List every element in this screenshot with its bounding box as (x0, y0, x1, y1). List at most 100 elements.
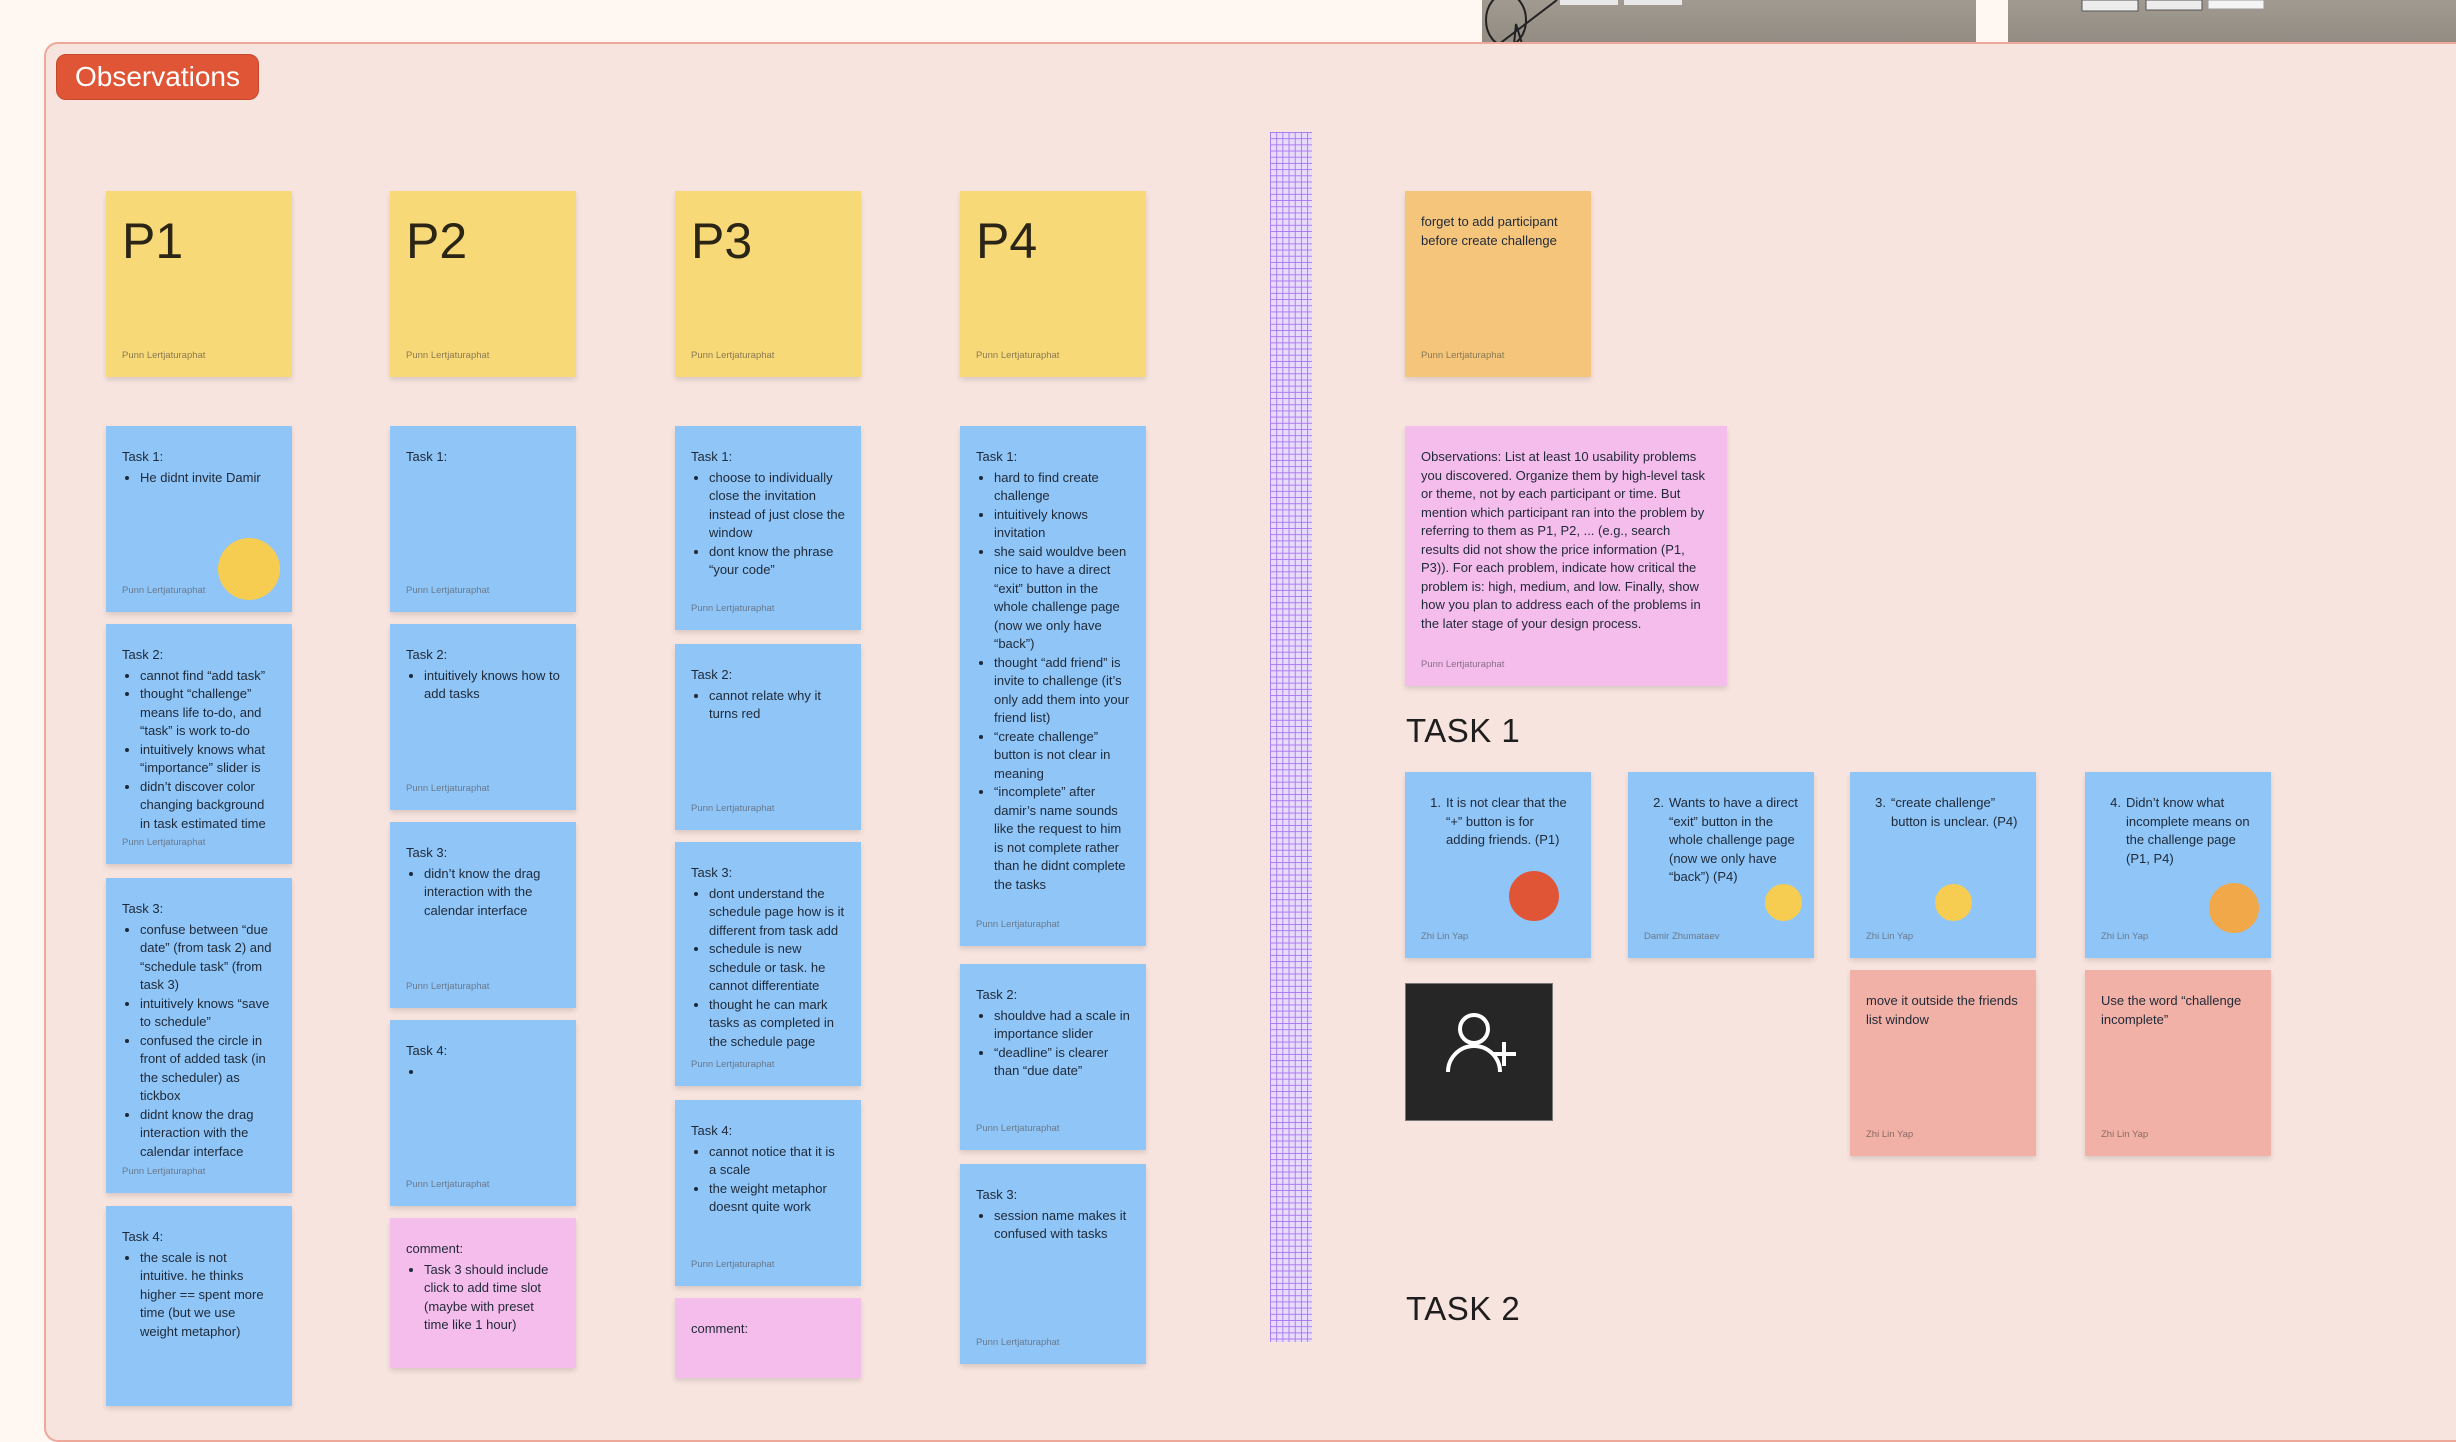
note-author: Punn Lertjaturaphat (122, 584, 206, 596)
note-author: Zhi Lin Yap (1421, 930, 1469, 942)
note-title: Task 1: (691, 449, 733, 464)
note-author: Punn Lertjaturaphat (406, 782, 490, 794)
severity-dot-high[interactable] (1509, 871, 1559, 921)
note-author: Punn Lertjaturaphat (976, 1336, 1060, 1348)
task-observation-note[interactable]: Task 4: Punn Lertjaturaphat (390, 1020, 576, 1206)
note-author: Punn Lertjaturaphat (976, 918, 1060, 930)
problem-item: 1. It is not clear that the “+” button is… (1421, 794, 1575, 850)
instructions-note[interactable]: Observations: List at least 10 usability… (1405, 426, 1727, 686)
section-title[interactable]: Observations (56, 54, 259, 100)
participant-note-p4[interactable]: P4 Punn Lertjaturaphat (960, 191, 1146, 377)
comment-note[interactable]: comment: (675, 1298, 861, 1378)
note-author: Punn Lertjaturaphat (1421, 349, 1505, 361)
task-observation-note[interactable]: Task 1: Punn Lertjaturaphat (390, 426, 576, 612)
severity-dot-low[interactable] (1765, 884, 1802, 921)
note-bullet-list: confuse between “due date” (from task 2)… (122, 921, 276, 1162)
note-title: Task 2: (406, 647, 448, 662)
participant-note-p2[interactable]: P2 Punn Lertjaturaphat (390, 191, 576, 377)
note-bullet: dont understand the schedule page how is… (709, 885, 845, 941)
note-author: Punn Lertjaturaphat (691, 802, 775, 814)
severity-dot-low[interactable] (1935, 884, 1972, 921)
note-bullet: cannot find “add task” (140, 667, 276, 686)
severity-dot-low[interactable] (218, 538, 280, 600)
note-title: comment: (406, 1241, 464, 1256)
note-bullet: shouldve had a scale in importance slide… (994, 1007, 1130, 1044)
note-title: Task 3: (406, 845, 448, 860)
add-user-icon-screenshot[interactable] (1405, 983, 1553, 1121)
task-observation-note[interactable]: Task 2: intuitively knows how to add task… (390, 624, 576, 810)
task-observation-note[interactable]: Task 3: session name makes it confused wi… (960, 1164, 1146, 1364)
grid-divider-strip (1270, 132, 1312, 1342)
note-bullet: thought “challenge” means life to-do, an… (140, 685, 276, 741)
note-bullet: cannot notice that it is a scale (709, 1143, 845, 1180)
note-bullet-list: shouldve had a scale in importance slide… (976, 1007, 1130, 1081)
problem-number: 2. (1653, 795, 1664, 810)
note-bullet: she said wouldve been nice to have a dir… (994, 543, 1130, 654)
participant-label: P1 (122, 213, 184, 269)
note-author: Punn Lertjaturaphat (406, 584, 490, 596)
note-author: Punn Lertjaturaphat (691, 349, 775, 361)
forget-participant-note[interactable]: forget to add participant before create … (1405, 191, 1591, 377)
note-bullet-list: the scale is not intuitive. he thinks hi… (122, 1249, 276, 1342)
comment-note[interactable]: comment: Task 3 should include click to a… (390, 1218, 576, 1368)
task-observation-note[interactable]: Task 2: shouldve had a scale in importanc… (960, 964, 1146, 1150)
note-bullet-list: cannot relate why it turns red (691, 687, 845, 724)
task-observation-note[interactable]: Task 2: cannot relate why it turns red Pun… (675, 644, 861, 830)
note-author: Punn Lertjaturaphat (976, 1122, 1060, 1134)
participant-label: P3 (691, 213, 753, 269)
note-bullet: He didnt invite Damir (140, 469, 276, 488)
problem-note[interactable]: 1. It is not clear that the “+” button is… (1405, 772, 1591, 958)
task-observation-note[interactable]: Task 3: confuse between “due date” (from … (106, 878, 292, 1193)
note-bullet-list: He didnt invite Damir (122, 469, 276, 488)
note-title: Task 2: (691, 667, 733, 682)
note-author: Punn Lertjaturaphat (122, 1165, 206, 1177)
note-bullet: “incomplete” after damir’s name sounds l… (994, 783, 1130, 894)
problem-note[interactable]: 2. Wants to have a direct “exit” button i… (1628, 772, 1814, 958)
note-author: Punn Lertjaturaphat (406, 349, 490, 361)
solution-text: move it outside the friends list window (1866, 993, 2018, 1027)
problem-text: “create challenge” button is unclear. (P… (1891, 795, 2018, 829)
note-bullet: hard to find create challenge (994, 469, 1130, 506)
note-bullet (424, 1063, 560, 1082)
task-observation-note[interactable]: Task 2: cannot find “add task”thought “ch… (106, 624, 292, 864)
task-observation-note[interactable]: Task 3: didn’t know the drag interaction … (390, 822, 576, 1008)
note-text: forget to add participant before create … (1421, 214, 1558, 248)
participant-note-p1[interactable]: P1 Punn Lertjaturaphat (106, 191, 292, 377)
solution-note[interactable]: move it outside the friends list window Z… (1850, 970, 2036, 1156)
note-bullet: didn’t know the drag interaction with th… (424, 865, 560, 921)
problem-note[interactable]: 4. Didn’t know what incomplete means on t… (2085, 772, 2271, 958)
task-observation-note[interactable]: Task 4: the scale is not intuitive. he th… (106, 1206, 292, 1406)
note-bullet: confuse between “due date” (from task 2)… (140, 921, 276, 995)
note-author: Punn Lertjaturaphat (1421, 658, 1505, 670)
note-bullet: “create challenge” button is not clear i… (994, 728, 1130, 784)
problem-number: 3. (1875, 795, 1886, 810)
problem-item: 2. Wants to have a direct “exit” button i… (1644, 794, 1798, 887)
problem-text: It is not clear that the “+” button is f… (1446, 795, 1567, 847)
note-author: Punn Lertjaturaphat (691, 1058, 775, 1070)
note-bullet: didnt know the drag interaction with the… (140, 1106, 276, 1162)
note-bullet-list: choose to individually close the invitat… (691, 469, 845, 580)
problem-note[interactable]: 3. “create challenge” button is unclear. … (1850, 772, 2036, 958)
task-observation-note[interactable]: Task 1: He didnt invite Damir Punn Lertjat… (106, 426, 292, 612)
task-observation-note[interactable]: Task 4: cannot notice that it is a scalet… (675, 1100, 861, 1286)
severity-dot-medium[interactable] (2209, 883, 2259, 933)
participant-label: P4 (976, 213, 1038, 269)
participant-note-p3[interactable]: P3 Punn Lertjaturaphat (675, 191, 861, 377)
note-title: Task 1: (976, 449, 1018, 464)
solution-text: Use the word “challenge incomplete” (2101, 993, 2242, 1027)
task-observation-note[interactable]: Task 3: dont understand the schedule page… (675, 842, 861, 1086)
note-bullet: didn’t discover color changing backgroun… (140, 778, 276, 834)
note-bullet: Task 3 should include click to add time … (424, 1261, 560, 1335)
task-observation-note[interactable]: Task 1: choose to individually close the … (675, 426, 861, 630)
problem-number: 4. (2110, 795, 2121, 810)
task-observation-note[interactable]: Task 1: hard to find create challengeintu… (960, 426, 1146, 946)
note-bullet-list (406, 1063, 560, 1082)
note-bullet-list: Task 3 should include click to add time … (406, 1261, 560, 1335)
solution-note[interactable]: Use the word “challenge incomplete” Zhi L… (2085, 970, 2271, 1156)
note-author: Punn Lertjaturaphat (122, 349, 206, 361)
note-bullet: thought he can mark tasks as completed i… (709, 996, 845, 1052)
note-author: Punn Lertjaturaphat (691, 1258, 775, 1270)
note-bullet: the weight metaphor doesnt quite work (709, 1180, 845, 1217)
note-title: Task 1: (122, 449, 164, 464)
note-bullet: schedule is new schedule or task. he can… (709, 940, 845, 996)
